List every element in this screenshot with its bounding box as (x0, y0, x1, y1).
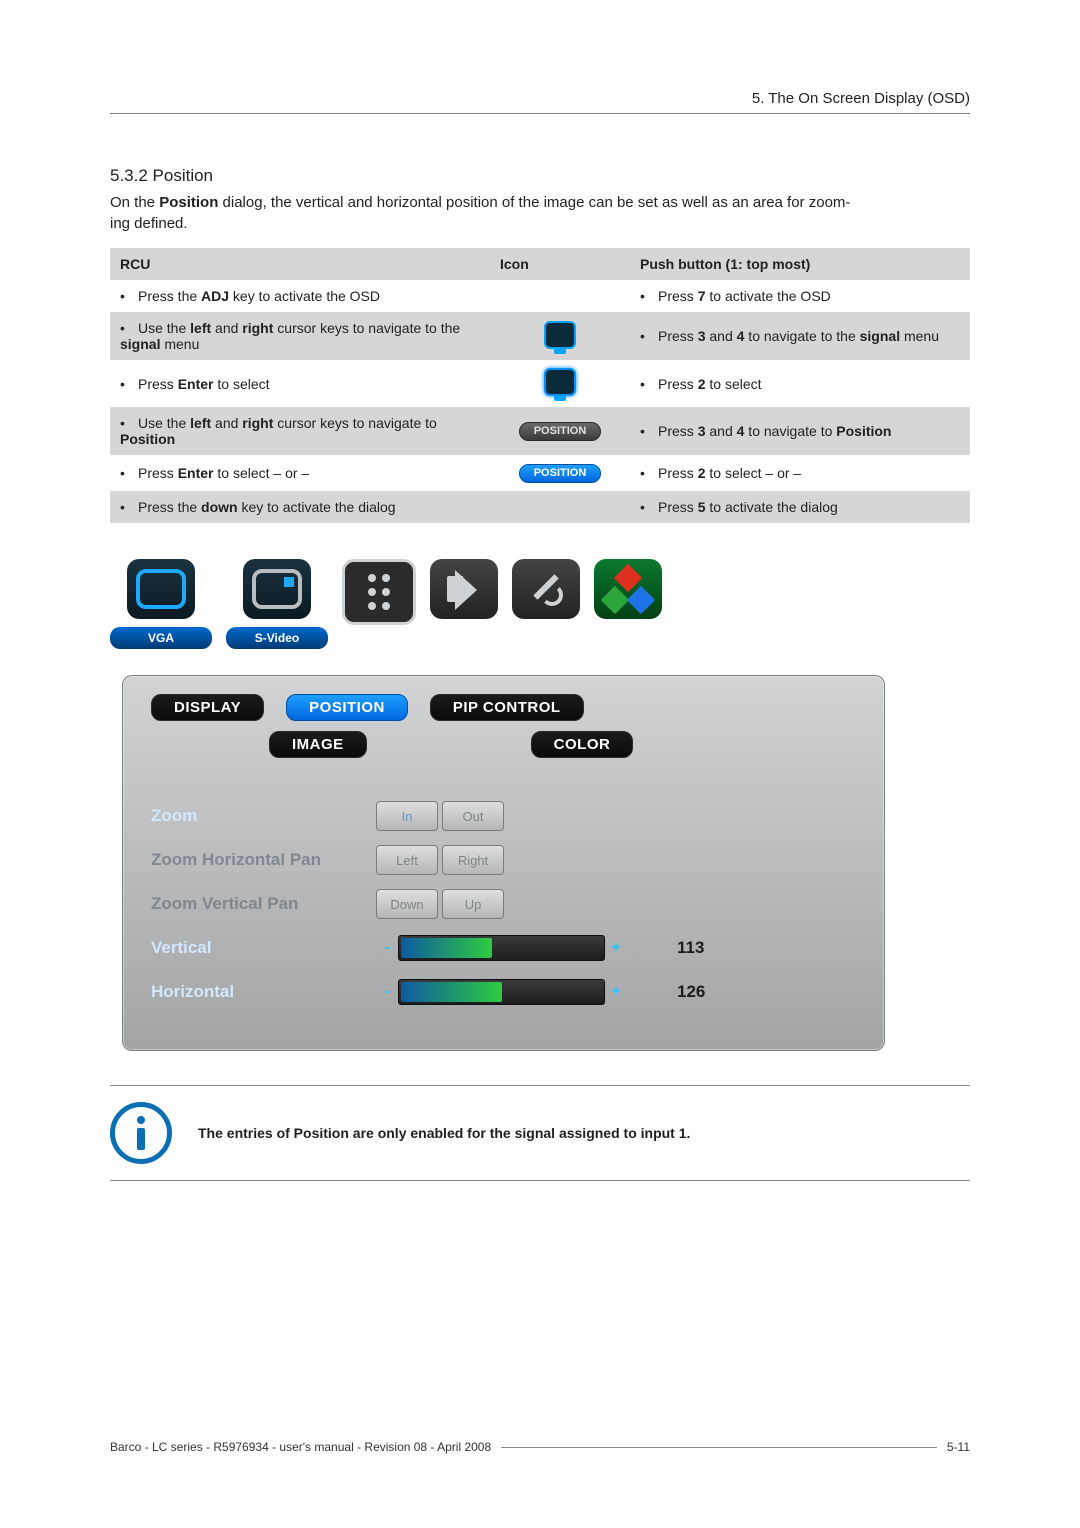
slider-value: 113 (677, 938, 704, 958)
position-pill-icon: POSITION (519, 422, 602, 441)
tab-svideo[interactable]: S-Video (226, 559, 328, 649)
osd-row: Vertical- +113 (151, 926, 856, 970)
slider-value: 126 (677, 982, 705, 1002)
push-cell: •Press 3 and 4 to navigate to Position (630, 407, 970, 455)
osd-row-label: Zoom Vertical Pan (151, 894, 376, 914)
rcu-cell: •Use the left and right cursor keys to n… (110, 312, 490, 360)
tab-vga[interactable]: VGA (110, 559, 212, 649)
tab-display[interactable]: DISPLAY (151, 694, 264, 721)
page-footer: Barco - LC series - R5976934 - user's ma… (110, 1440, 970, 1454)
col-icon: Icon (490, 248, 630, 280)
svideo-monitor-icon (252, 569, 302, 609)
slider-fill (401, 982, 502, 1002)
tab-position[interactable]: POSITION (286, 694, 408, 721)
slider-track[interactable] (398, 935, 605, 961)
position-pill-icon: POSITION (519, 464, 602, 483)
rcu-cell: •Press the ADJ key to activate the OSD (110, 280, 490, 312)
push-cell: •Press 3 and 4 to navigate to the signal… (630, 312, 970, 360)
tab-vga-label: VGA (110, 627, 212, 649)
slider-track[interactable] (398, 979, 605, 1005)
tab-tools[interactable] (512, 559, 580, 619)
seg-button-left[interactable]: Left (376, 845, 438, 875)
tab-svideo-label: S-Video (226, 627, 328, 649)
footer-right: 5-11 (947, 1440, 970, 1454)
color-shards-icon (605, 568, 651, 610)
tab-pipcontrol[interactable]: PIP CONTROL (430, 694, 584, 721)
table-row: •Press the down key to activate the dial… (110, 491, 970, 523)
seg-button-in[interactable]: In (376, 801, 438, 831)
osd-row: Zoom Horizontal PanLeftRight (151, 838, 856, 882)
push-cell: •Press 2 to select (630, 360, 970, 407)
table-row: •Press Enter to select – or – POSITION •Pr… (110, 455, 970, 491)
seg-button-up[interactable]: Up (442, 889, 504, 919)
icon-cell: POSITION (490, 455, 630, 491)
seg-button-down[interactable]: Down (376, 889, 438, 919)
osd-panel: DISPLAY POSITION PIP CONTROL IMAGE COLOR… (122, 675, 885, 1051)
osd-row: Zoom Vertical PanDownUp (151, 882, 856, 926)
table-row: •Press Enter to select •Press 2 to select (110, 360, 970, 407)
slider[interactable]: - +126 (376, 979, 705, 1005)
page-header: 5. The On Screen Display (OSD) (110, 90, 970, 114)
tab-arrow[interactable] (430, 559, 498, 619)
osd-row-label: Vertical (151, 938, 376, 958)
slider-decrement[interactable]: - (376, 980, 398, 1004)
seg-button-right[interactable]: Right (442, 845, 504, 875)
info-text: The entries of Position are only enabled… (198, 1125, 690, 1141)
footer-left: Barco - LC series - R5976934 - user's ma… (110, 1440, 491, 1454)
osd-row-label: Zoom (151, 806, 376, 826)
osd-row-label: Horizontal (151, 982, 376, 1002)
tab-color-sub[interactable]: COLOR (531, 731, 634, 758)
info-note: The entries of Position are only enabled… (110, 1085, 970, 1181)
table-row: •Use the left and right cursor keys to n… (110, 312, 970, 360)
osd-row: Horizontal- +126 (151, 970, 856, 1014)
icon-cell (490, 312, 630, 360)
table-row: •Use the left and right cursor keys to n… (110, 407, 970, 455)
rcu-cell: •Press Enter to select (110, 360, 490, 407)
icon-cell (490, 280, 630, 312)
slider[interactable]: - +113 (376, 935, 704, 961)
push-cell: •Press 7 to activate the OSD (630, 280, 970, 312)
icon-cell (490, 491, 630, 523)
wrench-icon (529, 572, 563, 606)
info-icon (110, 1102, 172, 1164)
rcu-cell: •Press Enter to select – or – (110, 455, 490, 491)
push-cell: •Press 5 to activate the dialog (630, 491, 970, 523)
section-paragraph: On the Position dialog, the vertical and… (110, 192, 970, 234)
tab-color[interactable] (594, 559, 662, 619)
tab-image[interactable]: IMAGE (269, 731, 367, 758)
section-heading: 5.3.2 Position (110, 166, 970, 186)
slider-decrement[interactable]: - (376, 936, 398, 960)
osd-row: ZoomInOut (151, 794, 856, 838)
monitor-icon (544, 321, 576, 349)
dots-icon (368, 574, 390, 610)
rcu-cell: •Press the down key to activate the dial… (110, 491, 490, 523)
vga-monitor-icon (136, 569, 186, 609)
osd-row-label: Zoom Horizontal Pan (151, 850, 376, 870)
rcu-cell: •Use the left and right cursor keys to n… (110, 407, 490, 455)
col-rcu: RCU (110, 248, 490, 280)
slider-fill (401, 938, 492, 958)
push-cell: •Press 2 to select – or – (630, 455, 970, 491)
seg-button-out[interactable]: Out (442, 801, 504, 831)
signal-tab-strip: VGA S-Video (110, 559, 970, 649)
slider-increment[interactable]: + (605, 936, 627, 960)
monitor-icon (544, 368, 576, 396)
table-row: •Press the ADJ key to activate the OSD •P… (110, 280, 970, 312)
col-push: Push button (1: top most) (630, 248, 970, 280)
tab-dots[interactable] (342, 559, 416, 625)
slider-increment[interactable]: + (605, 980, 627, 1004)
icon-cell: POSITION (490, 407, 630, 455)
play-arrow-icon (447, 572, 481, 606)
icon-cell (490, 360, 630, 407)
instruction-table: RCU Icon Push button (1: top most) •Pres… (110, 248, 970, 523)
